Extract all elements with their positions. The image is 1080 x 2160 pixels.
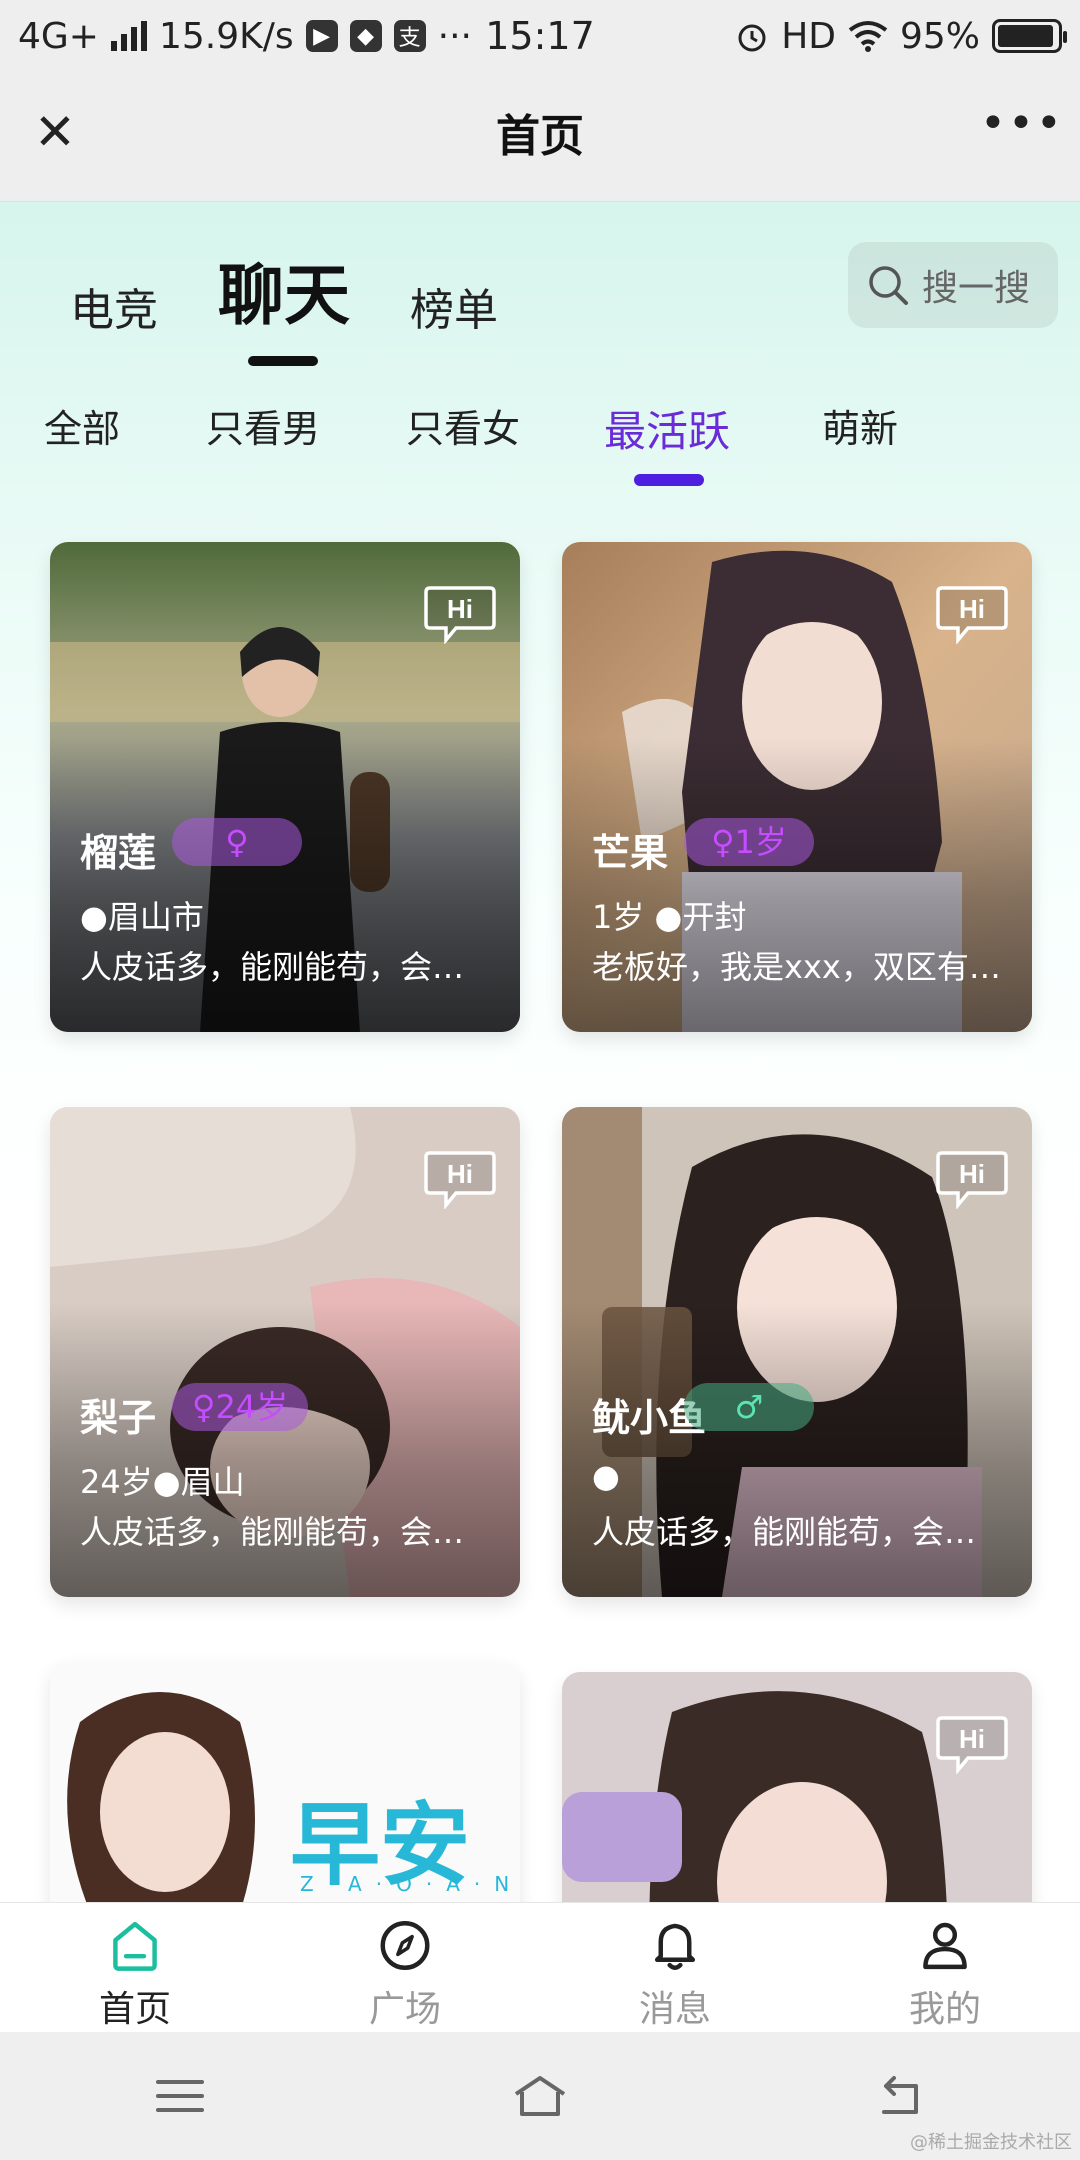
user-photo (562, 1672, 1032, 1902)
hi-bubble-icon[interactable]: Hi (424, 582, 496, 644)
user-location: 24岁●眉山 (80, 1463, 245, 1501)
hd-indicator: HD (781, 15, 836, 57)
filter-female-only[interactable]: 只看女 (406, 398, 520, 453)
home-button-icon[interactable] (510, 2066, 570, 2126)
main-content[interactable]: 电竞 聊天 榜单 搜一搜 全部 只看男 只看女 最活跃 萌新 Hi 榴莲 ♀ ●… (0, 202, 1080, 1902)
home-icon (113, 1921, 157, 1971)
filter-most-active-label: 最活跃 (604, 407, 731, 456)
user-icon (923, 1922, 967, 1970)
nav-messages[interactable]: 消息 (540, 1903, 810, 2032)
user-card[interactable]: Hi 梨子 ♀24岁 24岁●眉山 人皮话多，能刚能苟，会… (50, 1107, 520, 1597)
tab-chat[interactable]: 聊天 (218, 242, 350, 366)
user-bio: 人皮话多，能刚能苟，会… (80, 948, 465, 986)
user-card[interactable]: Hi 鱿小鱼 ♂ ● 人皮话多，能刚能苟，会… (562, 1107, 1032, 1597)
system-nav-bar: @稀土掘金技术社区 (0, 2032, 1080, 2160)
tab-chat-label: 聊天 (218, 257, 350, 334)
user-card[interactable]: Hi 榴莲 ♀ ●眉山市 人皮话多，能刚能苟，会… (50, 542, 520, 1032)
hi-bubble-icon[interactable]: Hi (936, 1712, 1008, 1774)
bell-icon (654, 1923, 696, 1970)
hi-text: Hi (959, 594, 985, 624)
gender-age-badge: ♀1岁 (684, 818, 814, 866)
net-speed: 15.9K/s (158, 15, 294, 57)
watermark: @稀土掘金技术社区 (910, 2132, 1072, 2153)
user-card[interactable]: 早安 Z·A·O·A·N (50, 1662, 520, 1902)
hi-bubble-icon[interactable]: Hi (936, 1147, 1008, 1209)
alarm-icon (738, 24, 766, 52)
user-location: ● (592, 1457, 620, 1495)
filter-most-active[interactable]: 最活跃 (604, 398, 731, 486)
signal-icon (110, 21, 147, 51)
mail-app-icon: ◆ (349, 20, 382, 52)
more-notifications: ··· (437, 15, 472, 57)
hi-text: Hi (447, 594, 473, 624)
wifi-icon (848, 21, 888, 52)
gender-badge: ♂ (684, 1383, 814, 1431)
nav-mine-label: 我的 (908, 1989, 981, 2030)
hi-text: Hi (959, 1724, 985, 1754)
battery-percent: 95% (899, 15, 980, 57)
tab-ranking[interactable]: 榜单 (410, 274, 498, 338)
tab-esports[interactable]: 电竞 (70, 274, 158, 338)
title-bar: ✕ 首页 ••• (0, 72, 1080, 202)
hi-bubble-icon[interactable]: Hi (936, 582, 1008, 644)
bottom-nav: 首页 广场 消息 我的 (0, 1902, 1080, 2032)
gender-age-badge: ♀ (172, 818, 302, 866)
nav-home[interactable]: 首页 (0, 1903, 270, 2032)
user-bio: 人皮话多，能刚能苟，会… (592, 1513, 977, 1551)
back-icon[interactable] (870, 2066, 930, 2126)
hi-bubble-icon[interactable]: Hi (424, 1147, 496, 1209)
nav-mine[interactable]: 我的 (810, 1903, 1080, 2032)
filter-active-indicator (634, 474, 704, 486)
status-right: HD 95% (735, 15, 1067, 57)
nav-square[interactable]: 广场 (270, 1903, 540, 2032)
hi-text: Hi (447, 1159, 473, 1189)
search-placeholder: 搜一搜 (922, 268, 1031, 309)
user-bio: 老板好，我是xxx，双区有… (592, 948, 1001, 986)
compass-icon (380, 1921, 430, 1970)
filter-all[interactable]: 全部 (44, 398, 120, 453)
user-card[interactable]: Hi (562, 1672, 1032, 1902)
user-name: 榴莲 (80, 831, 157, 875)
filter-male-only[interactable]: 只看男 (206, 398, 320, 453)
nav-home-label: 首页 (98, 1989, 171, 2030)
battery-icon (992, 19, 1067, 53)
search-button[interactable]: 搜一搜 (848, 242, 1058, 328)
network-type: 4G+ (18, 15, 99, 57)
status-bar: 4G+ 15.9K/s ▶ ◆ 支 ··· 15:17 HD 95% (0, 0, 1080, 72)
alipay-app-icon: 支 (393, 20, 426, 52)
nav-square-label: 广场 (368, 1989, 441, 2030)
video-app-icon: ▶ (305, 20, 338, 52)
more-icon[interactable]: ••• (980, 98, 1062, 158)
greeting-subtext: Z·A·O·A·N (300, 1872, 520, 1896)
page-title: 首页 (496, 111, 584, 162)
status-left: 4G+ 15.9K/s ▶ ◆ 支 ··· (18, 16, 472, 57)
gender-age-badge: ♀24岁 (172, 1383, 309, 1431)
hi-text: Hi (959, 1159, 985, 1189)
user-location: 1岁 ●开封 (592, 898, 747, 936)
nav-messages-label: 消息 (638, 1989, 711, 2030)
filter-newbie[interactable]: 萌新 (822, 398, 898, 453)
user-location: ●眉山市 (80, 898, 204, 936)
user-card[interactable]: Hi 芒果 ♀1岁 1岁 ●开封 老板好，我是xxx，双区有… (562, 542, 1032, 1032)
user-name: 芒果 (592, 831, 669, 875)
tab-active-indicator (248, 356, 318, 366)
search-icon (869, 266, 908, 305)
top-tabs: 电竞 聊天 榜单 (70, 242, 498, 366)
menu-icon[interactable] (150, 2066, 210, 2126)
filter-tabs: 全部 只看男 只看女 最活跃 萌新 (44, 398, 1044, 488)
user-name: 梨子 (80, 1396, 157, 1440)
user-bio: 人皮话多，能刚能苟，会… (80, 1513, 465, 1551)
